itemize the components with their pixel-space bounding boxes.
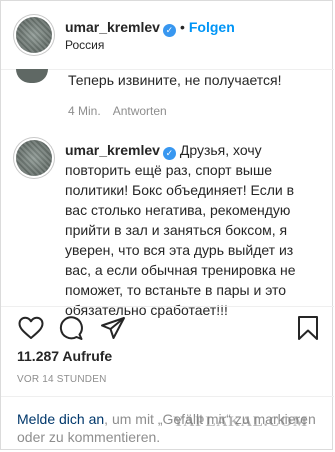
share-icon[interactable]: [100, 316, 126, 340]
caption: umar_kremlev ✓ Друзья, хочу повторить ещё…: [65, 140, 310, 320]
comment-meta: 4 Min. Antworten: [68, 104, 167, 118]
header-divider: [1, 69, 334, 70]
caption-author-avatar[interactable]: [16, 140, 52, 176]
verified-badge-icon: ✓: [162, 147, 176, 160]
reply-button[interactable]: Antworten: [113, 104, 167, 118]
login-divider: [1, 396, 334, 397]
post-panel: umar_kremlev ✓ • Folgen Россия Теперь извин…: [0, 0, 334, 450]
login-link[interactable]: Melde dich an: [17, 411, 104, 427]
comment-text: Теперь извините, не получается!: [68, 72, 282, 88]
caption-username[interactable]: umar_kremlev: [65, 142, 160, 158]
post-header: umar_kremlev ✓ • Folgen: [65, 19, 235, 37]
comment-icon[interactable]: [58, 315, 84, 341]
commenter-avatar[interactable]: [16, 69, 48, 83]
follow-button[interactable]: Folgen: [189, 19, 235, 35]
post-time[interactable]: VOR 14 STUNDEN: [17, 374, 107, 385]
watermark: YAPLAKAL.COM: [173, 414, 309, 430]
comment-time[interactable]: 4 Min.: [68, 104, 101, 118]
actions-divider: [1, 306, 334, 307]
heart-icon[interactable]: [18, 316, 44, 340]
verified-badge-icon: ✓: [162, 24, 176, 37]
author-avatar[interactable]: [16, 17, 52, 53]
bookmark-icon[interactable]: [297, 315, 319, 341]
location-link[interactable]: Россия: [65, 38, 104, 52]
view-count[interactable]: 11.287 Aufrufe: [17, 348, 112, 364]
caption-text: Друзья, хочу повторить ещё раз, спорт вы…: [65, 142, 296, 318]
author-username[interactable]: umar_kremlev: [65, 19, 160, 35]
header-separator: •: [179, 19, 185, 35]
